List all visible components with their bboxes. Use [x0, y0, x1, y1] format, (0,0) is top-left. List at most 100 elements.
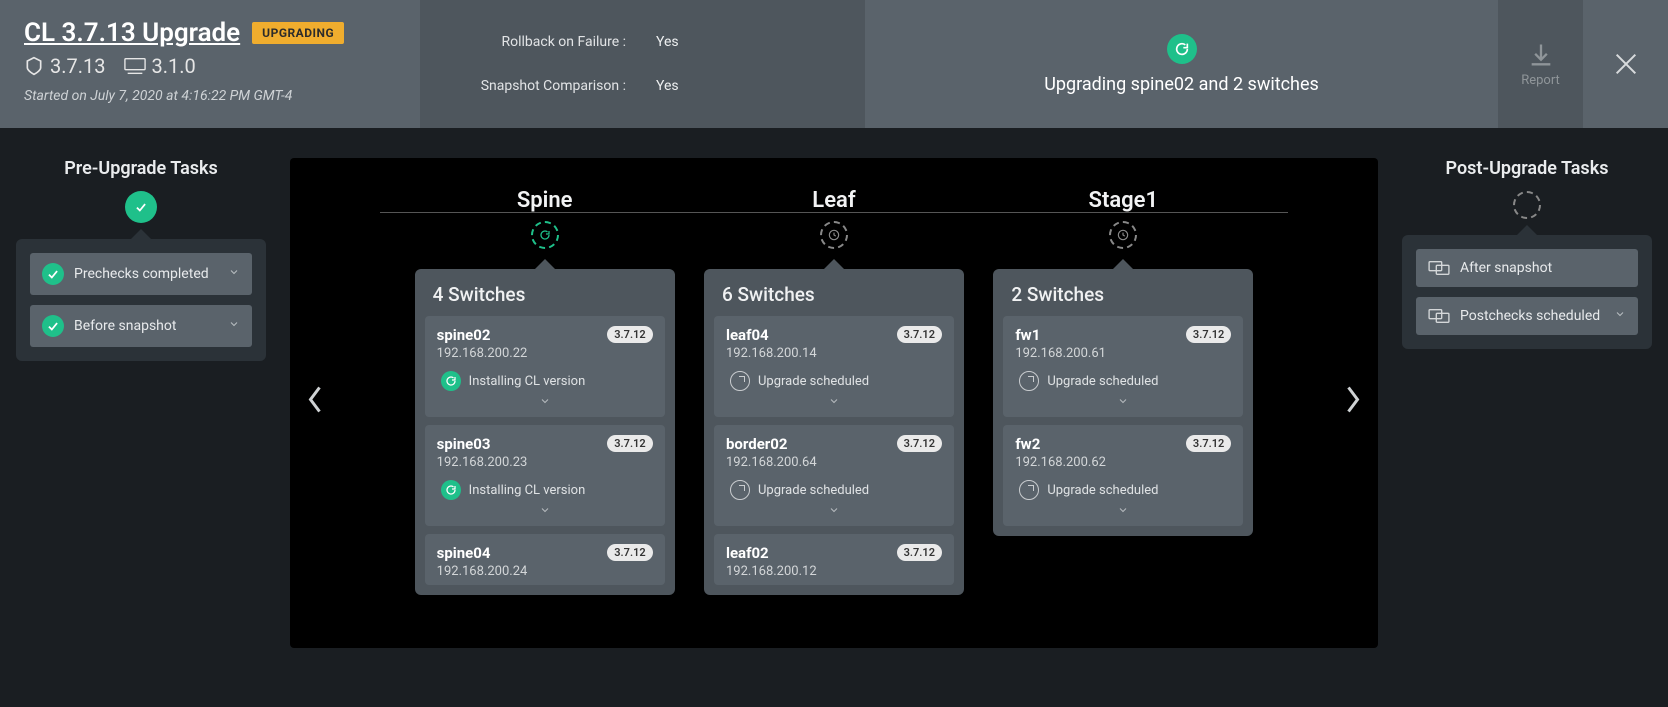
- pointer-icon: [1113, 259, 1133, 269]
- stage-title: Spine: [517, 188, 573, 213]
- switch-name: leaf02: [726, 544, 817, 562]
- cl-icon: [24, 56, 44, 76]
- switch-name: fw1: [1015, 326, 1106, 344]
- check-icon: [42, 315, 64, 337]
- switch-ip: 192.168.200.14: [726, 346, 817, 361]
- switch-name: spine04: [437, 544, 528, 562]
- switch-status-text: Upgrade scheduled: [1047, 374, 1158, 389]
- close-icon: [1610, 48, 1642, 80]
- stage-column: 4 Switchesspine02192.168.200.223.7.12Ins…: [415, 259, 675, 648]
- switch-name: spine02: [437, 326, 528, 344]
- version-pill: 3.7.12: [1186, 326, 1231, 343]
- netq-icon: [124, 57, 146, 75]
- task-item[interactable]: Postchecks scheduled: [1416, 297, 1638, 335]
- stage-header: Spine: [400, 188, 689, 249]
- pointer-icon: [131, 229, 151, 239]
- stage-connector: [380, 212, 1288, 213]
- switch-card[interactable]: border02192.168.200.643.7.12Upgrade sche…: [714, 425, 954, 526]
- switch-status-text: Upgrade scheduled: [758, 374, 869, 389]
- switch-name: leaf04: [726, 326, 817, 344]
- switch-status-text: Installing CL version: [469, 483, 586, 498]
- snapshot-icon: [1428, 259, 1450, 277]
- post-upgrade-panel: Post-Upgrade Tasks After snapshotPostche…: [1402, 158, 1652, 707]
- expand-button[interactable]: [437, 504, 653, 520]
- switch-ip: 192.168.200.24: [437, 564, 528, 579]
- page-title[interactable]: CL 3.7.13 Upgrade: [24, 18, 240, 48]
- header-left: CL 3.7.13 Upgrade UPGRADING 3.7.13 3.1.0…: [0, 0, 420, 128]
- switch-status: Installing CL version: [437, 480, 653, 500]
- switch-card[interactable]: fw2192.168.200.623.7.12Upgrade scheduled: [1003, 425, 1243, 526]
- expand-button[interactable]: [1015, 504, 1231, 520]
- expand-button[interactable]: [1015, 395, 1231, 411]
- switch-name: spine03: [437, 435, 528, 453]
- stage-count: 6 Switches: [704, 269, 964, 316]
- switch-card[interactable]: spine03192.168.200.233.7.12Installing CL…: [425, 425, 665, 526]
- chevron-right-icon: [1344, 385, 1362, 415]
- check-icon: [125, 191, 157, 223]
- switch-name: border02: [726, 435, 817, 453]
- next-button[interactable]: [1334, 375, 1372, 432]
- switch-status-text: Installing CL version: [469, 374, 586, 389]
- clock-icon: [730, 480, 750, 500]
- switch-ip: 192.168.200.61: [1015, 346, 1106, 361]
- post-tasks-box: After snapshot Postchecks scheduled: [1402, 235, 1652, 349]
- expand-button[interactable]: [726, 395, 942, 411]
- task-item[interactable]: Prechecks completed: [30, 253, 252, 295]
- version-pill: 3.7.12: [897, 544, 942, 561]
- status-badge: UPGRADING: [252, 22, 344, 44]
- chevron-down-icon: [228, 318, 240, 334]
- switch-status: Upgrade scheduled: [1015, 480, 1231, 500]
- header: CL 3.7.13 Upgrade UPGRADING 3.7.13 3.1.0…: [0, 0, 1668, 128]
- switch-list: leaf04 192.168.200.14 3.7.12 Upgrade schedu…: [704, 316, 964, 595]
- switch-status: Upgrade scheduled: [726, 480, 942, 500]
- close-button[interactable]: [1583, 0, 1668, 128]
- pointer-icon: [1517, 225, 1537, 235]
- stage-box: 6 Switches leaf04 192.168.200.14 3.7.12 Upgr…: [704, 269, 964, 595]
- switch-name: fw2: [1015, 435, 1106, 453]
- version-pill: 3.7.12: [607, 544, 652, 561]
- stages-panel: SpineLeafStage1 4 Switchesspine02192.168…: [290, 158, 1378, 648]
- prev-button[interactable]: [296, 375, 334, 432]
- snapshot-value: Yes: [656, 78, 679, 94]
- header-progress: Upgrading spine02 and 2 switches: [865, 0, 1498, 128]
- cycle-icon: [441, 480, 461, 500]
- switch-status: Upgrade scheduled: [726, 371, 942, 391]
- cycle-icon: [441, 371, 461, 391]
- chevron-down-icon: [1614, 308, 1626, 324]
- chevron-down-icon: [228, 266, 240, 282]
- task-item[interactable]: After snapshot: [1416, 249, 1638, 287]
- stage-columns: 4 Switchesspine02192.168.200.223.7.12Ins…: [310, 259, 1358, 648]
- report-button[interactable]: Report: [1498, 0, 1583, 128]
- netq-version: 3.1.0: [124, 54, 196, 78]
- switch-card[interactable]: spine02192.168.200.223.7.12Installing CL…: [425, 316, 665, 417]
- switch-card[interactable]: leaf04 192.168.200.14 3.7.12 Upgrade schedu…: [714, 316, 954, 417]
- stage-column: 6 Switches leaf04 192.168.200.14 3.7.12 Upgr…: [704, 259, 964, 648]
- expand-button[interactable]: [726, 504, 942, 520]
- switch-card[interactable]: spine04 192.168.200.24 3.7.12: [425, 534, 665, 585]
- switch-card[interactable]: leaf02 192.168.200.12 3.7.12: [714, 534, 954, 585]
- pre-upgrade-title: Pre-Upgrade Tasks: [64, 158, 218, 179]
- stage-header: Stage1: [979, 188, 1268, 249]
- stage-column: 2 Switchesfw1192.168.200.613.7.12Upgrade…: [993, 259, 1253, 648]
- body: Pre-Upgrade Tasks Prechecks completed Bef…: [0, 128, 1668, 707]
- header-settings: Rollback on Failure : Yes Snapshot Compa…: [420, 0, 865, 128]
- clock-icon: [1019, 371, 1039, 391]
- clock-icon: [730, 371, 750, 391]
- stage-headers: SpineLeafStage1: [310, 188, 1358, 249]
- switch-card[interactable]: fw1 192.168.200.61 3.7.12 Upgrade scheduled: [1003, 316, 1243, 417]
- started-timestamp: Started on July 7, 2020 at 4:16:22 PM GM…: [24, 88, 396, 104]
- header-actions: Report: [1498, 0, 1668, 128]
- cl-version: 3.7.13: [24, 54, 106, 78]
- snapshot-label: Snapshot Comparison :: [456, 78, 656, 94]
- download-icon: [1527, 41, 1555, 69]
- switch-ip: 192.168.200.12: [726, 564, 817, 579]
- task-item[interactable]: Before snapshot: [30, 305, 252, 347]
- clock-icon: [820, 221, 848, 249]
- rollback-label: Rollback on Failure :: [456, 34, 656, 50]
- version-pill: 3.7.12: [897, 326, 942, 343]
- chevron-left-icon: [306, 385, 324, 415]
- task-label: Prechecks completed: [74, 266, 209, 282]
- switch-ip: 192.168.200.22: [437, 346, 528, 361]
- expand-button[interactable]: [437, 395, 653, 411]
- version-pill: 3.7.12: [1186, 435, 1231, 452]
